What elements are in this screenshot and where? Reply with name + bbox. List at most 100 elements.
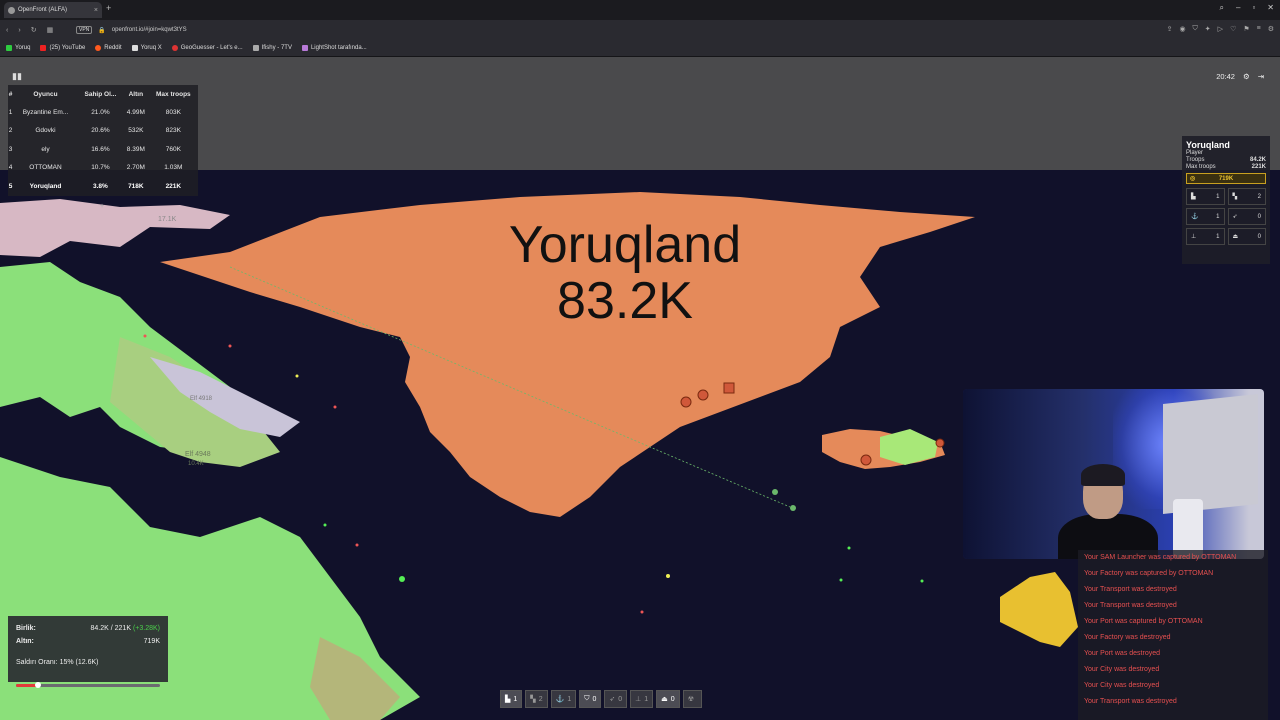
lightshot-icon (301, 45, 308, 51)
col-max-troops[interactable]: Max troops (149, 85, 198, 103)
bookmark-item[interactable]: Yoruq X (131, 45, 162, 51)
max-troops-row: Max troops 221K (1186, 164, 1266, 170)
bookmark-item[interactable]: Yoruq (6, 45, 30, 51)
bookmark-item[interactable]: Reddit (95, 45, 122, 51)
shield-icon[interactable]: ⛉ (1193, 25, 1198, 33)
bookmark-item[interactable]: (25) YouTube (40, 45, 85, 51)
col-gold[interactable]: Altın (123, 85, 149, 103)
owned: 3.8% (93, 182, 108, 190)
back-icon[interactable]: ‹ (6, 27, 8, 34)
lock-icon: 🔒 (98, 27, 106, 34)
build-nuke-button[interactable]: ☢ (682, 690, 702, 708)
count: 2 (1257, 193, 1261, 200)
leaderboard: # Oyuncu Sahip Ol... Altın Max troops 1 … (8, 85, 198, 210)
extension-icon[interactable]: ✦ (1205, 25, 1211, 33)
share-icon[interactable]: ⇪ (1167, 25, 1173, 33)
gold-stat: Altın: 719K (16, 635, 160, 648)
count: 2 (538, 695, 543, 703)
col-owned[interactable]: Sahip Ol... (78, 85, 123, 103)
player-name: ely (41, 145, 50, 153)
leaderboard-expand-button[interactable]: + (100, 203, 104, 210)
factory-marker-icon[interactable] (723, 382, 735, 394)
event-log: Your SAM Launcher was captured by OTTOMA… (1078, 550, 1268, 720)
missile-icon: ⊥ (635, 696, 642, 703)
bookmark-icon[interactable]: ⚑ (1243, 25, 1249, 33)
slider-knob[interactable] (34, 682, 41, 688)
missile-icon: ➶ (1232, 214, 1238, 220)
build-warship-button[interactable]: ⏏ 0 (656, 690, 680, 708)
game-clock: 20:42 (1216, 72, 1235, 81)
reload-icon[interactable]: ↻ (31, 26, 37, 34)
bookmark-item[interactable]: Ifishy - 7TV (252, 45, 292, 51)
unit-dot (143, 334, 147, 338)
search-tabs-icon[interactable]: ⌕ (1220, 3, 1224, 13)
build-port-button[interactable]: ⚓ 1 (550, 690, 577, 708)
close-window-icon[interactable]: ✕ (1267, 3, 1274, 13)
build-city-button[interactable]: ▙ 1 (500, 690, 523, 708)
url-text: openfront.io/#join=kqwt3tYS (111, 27, 187, 33)
bookmark-label: LightShot tarafında... (310, 45, 367, 51)
bookmark-icon (6, 45, 12, 51)
bookmark-item[interactable]: GeoGuesser - Let's e... (171, 45, 243, 51)
event-item: Your Factory was captured by OTTOMAN (1084, 570, 1214, 577)
owned: 10.7% (91, 164, 110, 172)
sam-icon: ⊥ (1191, 234, 1197, 240)
leaderboard-row[interactable]: 2 Gdovki 20.6% 532K 823K (8, 122, 198, 141)
close-tab-icon[interactable]: × (94, 7, 98, 14)
count: 0 (670, 695, 675, 703)
player-role: Player (1186, 150, 1204, 156)
max-troops: 760K (165, 145, 181, 153)
heart-icon[interactable]: ♡ (1230, 25, 1236, 33)
forward-icon[interactable]: › (18, 27, 20, 34)
youtube-icon (40, 45, 47, 51)
vpn-badge[interactable]: VPN (76, 26, 93, 34)
build-sam-button[interactable]: ➶ 0 (604, 690, 628, 708)
troops-stat: Birlik: 84.2K / 221K (+3.28K) (16, 622, 160, 635)
build-missile-button[interactable]: ⊥ 1 (630, 690, 654, 708)
territory-name: Yoruqland (508, 216, 742, 274)
settings-gear-icon[interactable]: ⚙ (1243, 72, 1250, 81)
browser-tab[interactable]: OpenFront (ALFA) × (4, 2, 102, 18)
camera-icon[interactable]: ◉ (1179, 25, 1185, 33)
play-icon[interactable]: ▷ (1218, 25, 1223, 33)
leaderboard-toggle-icon[interactable]: ▮▮ (12, 71, 22, 81)
build-defense-button[interactable]: ⛉ 0 (579, 690, 602, 708)
unit-dot (839, 578, 843, 582)
troops-value: 84.2K (1249, 157, 1266, 163)
leaderboard-row[interactable]: 1 Byzantine Em... 21.0% 4.99M 803K (8, 103, 198, 122)
unit-dot (228, 344, 232, 348)
maximize-icon[interactable]: ▫ (1252, 3, 1255, 13)
attack-ratio-slider[interactable] (16, 682, 160, 688)
event-item: Your Transport was destroyed (1084, 586, 1177, 593)
nuke-icon: ☢ (687, 696, 694, 703)
gold: 532K (128, 127, 144, 135)
unit-dot (333, 405, 337, 409)
troops-row: Troops 84.2K (1186, 157, 1266, 163)
url-field[interactable]: VPN 🔒 openfront.io/#join=kqwt3tYS (76, 23, 1076, 37)
port-marker-icon[interactable] (935, 438, 945, 448)
tab-title: OpenFront (ALFA) (18, 7, 68, 13)
col-player[interactable]: Oyuncu (13, 85, 78, 103)
settings-icon[interactable]: ⚙ (1268, 25, 1274, 33)
leaderboard-row[interactable]: 4 OTTOMAN 10.7% 2.70M 1.03M (8, 159, 198, 178)
unit-dot (399, 576, 405, 582)
exit-icon[interactable]: ⇥ (1258, 72, 1264, 81)
gold-stat-label: Altın: (16, 638, 34, 645)
extension-icons: ⇪ ◉ ⛉ ✦ ▷ ♡ ⚑ ≡ ⚙ (1167, 25, 1274, 33)
webcam-overlay (963, 389, 1264, 559)
leaderboard-row[interactable]: 3 ely 16.6% 8.39M 760K (8, 140, 198, 159)
gold: 4.99M (126, 108, 145, 116)
bookmark-item[interactable]: LightShot tarafında... (301, 45, 367, 51)
leaderboard-row-self[interactable]: 5 Yoruqland 3.8% 718K 221K (8, 177, 198, 196)
home-grid-icon[interactable]: ▦ (47, 26, 54, 34)
city-marker-icon[interactable] (860, 454, 872, 466)
port-marker-icon[interactable] (697, 389, 709, 401)
build-factory-button[interactable]: ▚ 2 (525, 690, 548, 708)
count: 1 (644, 695, 649, 703)
building-counts: ▙ 1 ▚ 2 ⚓ 1 ➶ 0 ⊥ 1 ⏏ 0 (1186, 188, 1266, 245)
minimize-icon[interactable]: – (1236, 3, 1240, 13)
menu-icon[interactable]: ≡ (1257, 25, 1261, 33)
game-canvas[interactable]: 17.1K Elf 4918 Elf 4948 10.4K Yoruqland … (0, 57, 1280, 720)
new-tab-icon[interactable]: + (106, 3, 111, 13)
city-marker-icon[interactable] (680, 396, 692, 408)
